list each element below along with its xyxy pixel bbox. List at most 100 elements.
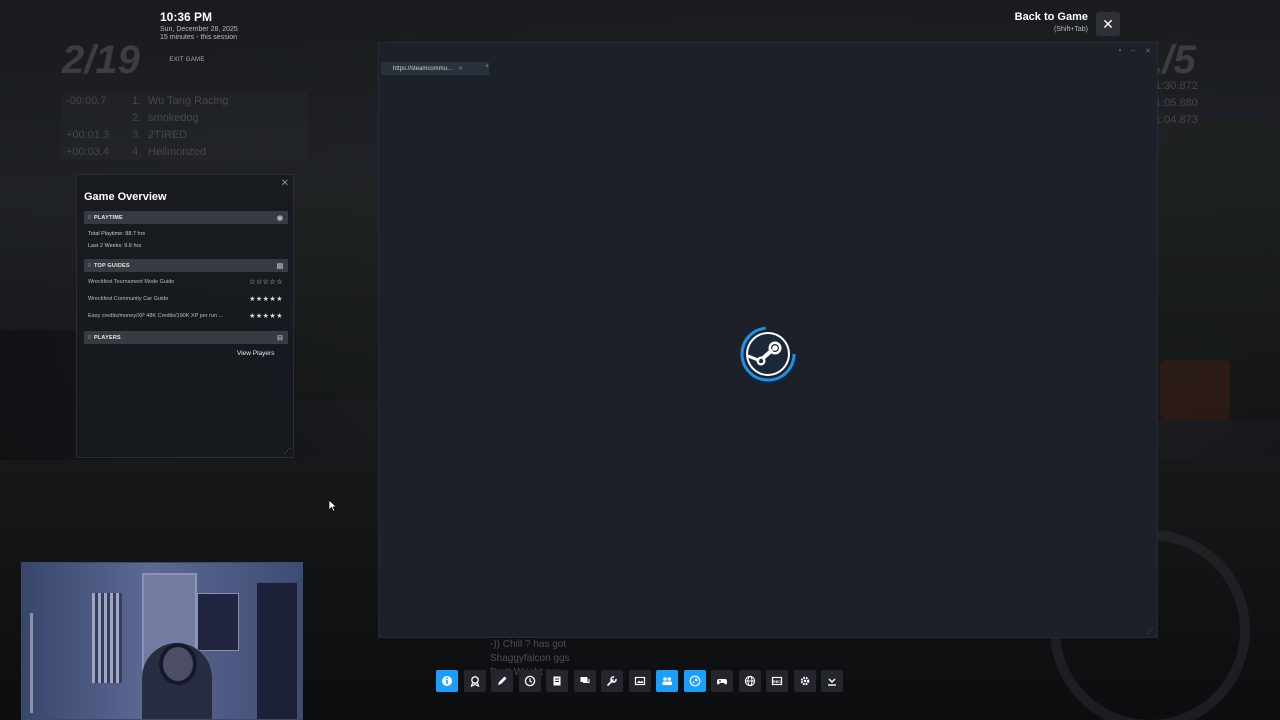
- toolbar-friends-button[interactable]: [656, 670, 678, 692]
- close-tab-icon[interactable]: ✕: [458, 65, 463, 72]
- steam-loading-spinner: [740, 326, 796, 382]
- window-controls: ▪ – ✕: [1119, 47, 1151, 55]
- players-options-icon[interactable]: ⊟: [274, 333, 286, 342]
- standings-pos: 4.: [132, 145, 142, 158]
- guide-title[interactable]: Wreckfest Tournament Mode Guide: [88, 279, 174, 285]
- notes-icon: [498, 676, 507, 685]
- webcam-lamp: [30, 613, 70, 713]
- info-icon: [442, 676, 452, 686]
- recent-playtime: Last 2 Weeks: 9.6 hrs: [88, 243, 142, 249]
- chat-icon: [580, 677, 589, 683]
- friends-icon: [662, 677, 672, 685]
- tab-url: https://steamcommu...: [393, 65, 453, 72]
- standings-gap: +00:01.3: [66, 128, 110, 141]
- toolbar-controller-button[interactable]: [711, 670, 733, 692]
- laptime: 1:04.873: [1155, 114, 1198, 126]
- guide-title[interactable]: Wreckfest Community Car Guide: [88, 296, 168, 302]
- chat-line: -)) Chill ? has got: [490, 639, 567, 650]
- wrench-icon: [607, 676, 617, 686]
- browser-tab[interactable]: https://steamcommu... ✕: [381, 62, 489, 75]
- toolbar-settings-button[interactable]: [793, 670, 816, 692]
- standings-pos: 1.: [132, 94, 142, 107]
- close-overlay-button[interactable]: ✕: [1096, 12, 1120, 36]
- guide-item[interactable]: Wreckfest Community Car Guide ★★★★★: [88, 295, 283, 303]
- guide-rating: ★★★★★: [249, 296, 283, 303]
- view-players-link[interactable]: View Players: [237, 350, 274, 357]
- standings-pos: 2.: [132, 111, 142, 124]
- back-to-game-shortcut: (Shift+Tab): [1053, 26, 1088, 33]
- section-header-playtime[interactable]: ≡ PLAYTIME ◉: [84, 211, 288, 224]
- section-label: PLAYTIME: [94, 214, 123, 221]
- standings-row: -00:00.7 1. Wu Tang Racing: [62, 92, 307, 109]
- toolbar-notes-button[interactable]: [491, 670, 513, 692]
- webcam-feed: [21, 562, 303, 720]
- webcam-person-head: [159, 643, 197, 685]
- toolbar-downloads-button[interactable]: [821, 670, 843, 692]
- session-duration: 15 minutes - this session: [160, 34, 238, 41]
- standings-pos: 3.: [132, 128, 142, 141]
- back-to-game[interactable]: Back to Game (Shift+Tab): [1000, 11, 1088, 33]
- guide-title[interactable]: Easy credits/money/XP 48K Credits/190K X…: [88, 313, 223, 319]
- overlay-browser-window: ▪ – ✕ https://steamcommu... ✕ + ⋰: [378, 42, 1158, 638]
- standings-row: +00:01.3 3. 2TIRED: [62, 126, 307, 143]
- toolbar-achievements-button[interactable]: [463, 670, 486, 692]
- clock-date: Sun, December 28, 2025: [160, 26, 238, 33]
- standings-name: Hellmonzed: [148, 145, 207, 158]
- toolbar-web-browser-button[interactable]: [683, 670, 706, 692]
- exit-game-button[interactable]: EXIT GAME: [160, 53, 214, 66]
- pin-icon[interactable]: ▪: [1119, 47, 1121, 55]
- resize-handle-icon[interactable]: ⋰: [284, 447, 291, 455]
- close-icon[interactable]: ✕: [281, 178, 289, 189]
- hud-lap-counter: 2/19: [62, 38, 140, 82]
- section-header-players[interactable]: ≡ PLAYERS ⊟: [84, 331, 288, 344]
- globe-icon: [744, 675, 755, 687]
- toolbar-game-overview-button[interactable]: [436, 670, 458, 692]
- total-playtime: Total Playtime: 88.7 hrs: [88, 231, 146, 237]
- guide-item[interactable]: Wreckfest Tournament Mode Guide ☆☆☆☆☆: [88, 278, 283, 286]
- settings-icon: [800, 676, 809, 686]
- standings-name: Wu Tang Racing: [148, 94, 229, 107]
- toolbar-recording-button[interactable]: REC: [766, 670, 788, 692]
- recording-icon: REC: [771, 676, 783, 686]
- controller-icon: [717, 679, 727, 685]
- download-icon: [828, 678, 836, 686]
- screenshot-icon: [634, 676, 645, 686]
- standings-gap: -00:00.7: [66, 94, 107, 107]
- drag-handle-icon[interactable]: ≡: [85, 215, 94, 221]
- drag-handle-icon[interactable]: ≡: [85, 335, 94, 341]
- standings-row: 2. smokedog: [62, 109, 307, 126]
- webcam-doorway: [257, 583, 297, 719]
- achievements-icon: [470, 676, 479, 687]
- steam-browser-icon: [689, 675, 700, 687]
- toolbar-timer-button[interactable]: [518, 670, 541, 692]
- toolbar-workshop-button[interactable]: [601, 670, 623, 692]
- chat-line: Shaggyfalcon ggs: [490, 653, 570, 664]
- new-tab-button[interactable]: +: [485, 63, 489, 70]
- resize-handle-icon[interactable]: ⋰: [1147, 627, 1154, 635]
- guide-item[interactable]: Easy credits/money/XP 48K Credits/190K X…: [88, 312, 283, 320]
- playtime-options-icon[interactable]: ◉: [274, 213, 286, 222]
- drag-handle-icon[interactable]: ≡: [85, 263, 94, 269]
- minimize-icon[interactable]: –: [1131, 47, 1135, 55]
- mouse-cursor-icon: [329, 500, 337, 512]
- section-header-guides[interactable]: ≡ TOP GUIDES ▤: [84, 259, 288, 272]
- close-icon[interactable]: ✕: [1145, 47, 1151, 55]
- back-to-game-label: Back to Game: [1014, 11, 1088, 23]
- section-label: PLAYERS: [94, 334, 121, 341]
- laptime: 1:05.880: [1155, 97, 1198, 109]
- hud-standings: -00:00.7 1. Wu Tang Racing 2. smokedog +…: [62, 92, 307, 160]
- toolbar-screenshots-button[interactable]: [628, 670, 651, 692]
- standings-name: smokedog: [148, 111, 199, 124]
- overlay-toolbar: REC: [436, 670, 843, 692]
- guide-rating: ☆☆☆☆☆: [249, 279, 283, 286]
- toolbar-guides-button[interactable]: [546, 670, 568, 692]
- standings-name: 2TIRED: [148, 128, 188, 141]
- game-overview-panel: ✕ Game Overview ≡ PLAYTIME ◉ Total Playt…: [76, 174, 294, 458]
- clock-time: 10:36 PM: [160, 10, 213, 24]
- close-icon: ✕: [1102, 15, 1114, 32]
- guides-options-icon[interactable]: ▤: [274, 261, 286, 270]
- toolbar-globe-button[interactable]: [738, 670, 761, 692]
- webcam-poster: [197, 593, 239, 651]
- toolbar-discussions-button[interactable]: [573, 670, 596, 692]
- standings-row: +00:03.4 4. Hellmonzed: [62, 143, 307, 160]
